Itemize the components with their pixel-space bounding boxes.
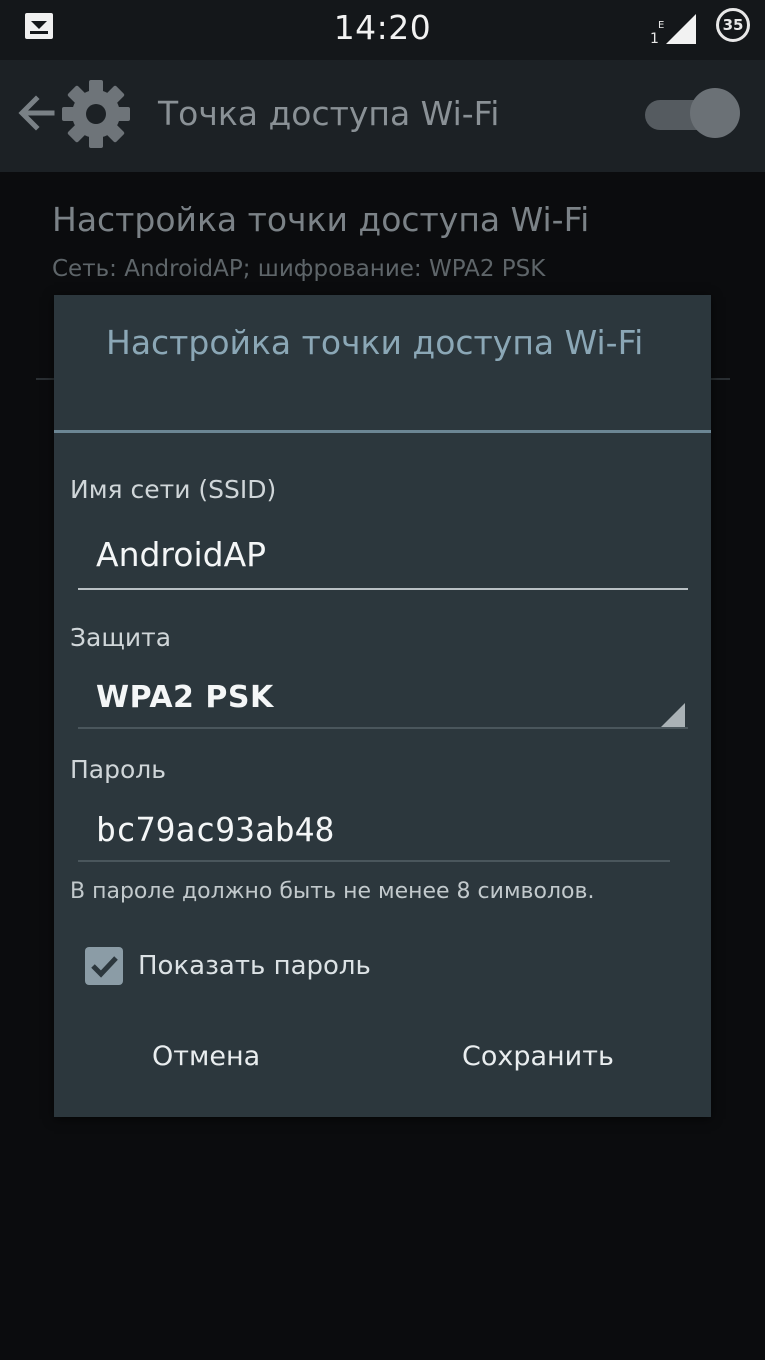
dialog-title-divider	[54, 430, 711, 433]
svg-text:1: 1	[650, 31, 659, 46]
security-label: Защита	[70, 623, 172, 652]
security-spinner[interactable]: WPA2 PSK	[96, 680, 274, 715]
action-bar-title: Точка доступа Wi-Fi	[158, 94, 500, 133]
security-spinner-underline	[78, 727, 688, 729]
ssid-label: Имя сети (SSID)	[70, 475, 277, 504]
back-arrow-icon[interactable]	[16, 93, 56, 133]
checkmark-icon	[91, 956, 118, 978]
gear-icon	[62, 80, 130, 148]
dialog-title: Настройка точки доступа Wi-Fi	[106, 323, 644, 362]
battery-icon: 35	[716, 8, 750, 42]
signal-icon: 1 E	[650, 14, 696, 46]
ssid-input-underline	[78, 588, 688, 590]
setting-title[interactable]: Настройка точки доступа Wi-Fi	[52, 200, 589, 239]
show-password-label[interactable]: Показать пароль	[138, 951, 371, 981]
ssid-input[interactable]: AndroidAP	[96, 535, 266, 574]
hotspot-config-dialog: Настройка точки доступа Wi-Fi Имя сети (…	[54, 295, 711, 1117]
password-input[interactable]: bc79ac93ab48	[96, 810, 334, 849]
password-hint: В пароле должно быть не менее 8 символов…	[70, 879, 595, 904]
setting-summary: Сеть: AndroidAP; шифрование: WPA2 PSK	[52, 256, 546, 282]
toggle-thumb	[690, 88, 740, 138]
status-bar: 14:20 1 E 35	[0, 0, 765, 60]
show-password-checkbox[interactable]	[85, 947, 123, 985]
cancel-button[interactable]: Отмена	[152, 1041, 260, 1072]
hotspot-toggle[interactable]	[645, 88, 740, 138]
password-label: Пароль	[70, 755, 166, 784]
svg-text:E: E	[658, 20, 664, 31]
spinner-dropdown-icon	[661, 703, 685, 727]
password-input-underline	[78, 860, 670, 862]
save-button[interactable]: Сохранить	[462, 1041, 614, 1072]
